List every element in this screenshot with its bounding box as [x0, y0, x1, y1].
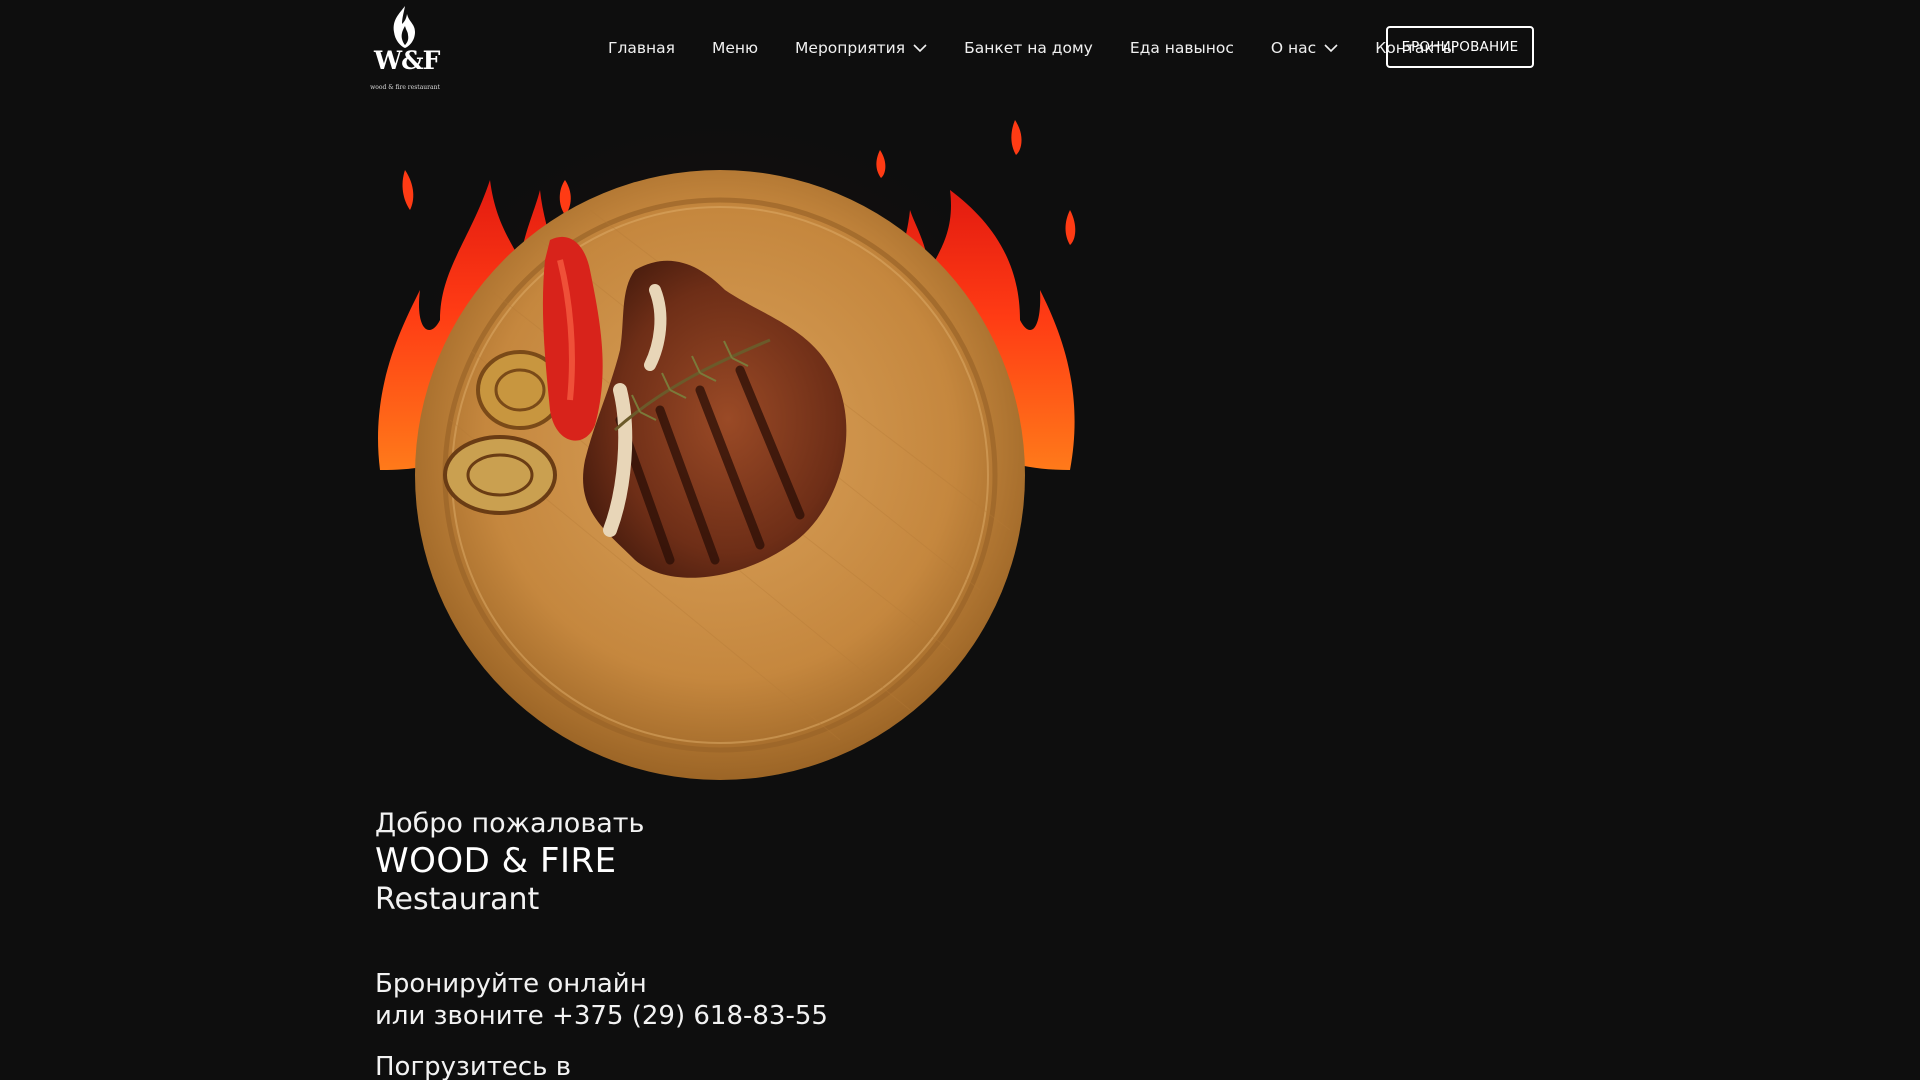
booking-block: Бронируйте онлайн или звоните +375 (29) … [375, 968, 828, 1032]
immerse-heading: Погрузитесь в [375, 1052, 572, 1080]
site-logo[interactable]: W&F wood & fire restaurant [370, 4, 440, 94]
nav-item-home[interactable]: Главная [608, 39, 675, 57]
nav-label: О нас [1270, 39, 1317, 57]
booking-line: Бронируйте онлайн [375, 969, 647, 999]
phone-number[interactable]: +375 (29) 618-83-55 [552, 1001, 828, 1031]
page: W&F wood & fire restaurant Главная Меню … [0, 0, 1920, 1080]
chevron-down-icon [1324, 44, 1338, 53]
restaurant-subtitle: Restaurant [375, 882, 540, 917]
grilled-onion [443, 435, 557, 515]
logo-mark: W&F [374, 46, 440, 75]
nav-label: Мероприятия [795, 39, 906, 57]
nav-item-about[interactable]: О нас [1271, 39, 1338, 57]
booking-button[interactable]: БРОНИРОВАНИЕ [1386, 26, 1534, 68]
main-nav: Главная Меню Мероприятия Банкет на дому … [608, 26, 1492, 70]
nav-item-events[interactable]: Мероприятия [795, 39, 927, 57]
nav-label: Банкет на дому [964, 39, 1093, 57]
booking-phone-line: или звоните +375 (29) 618-83-55 [375, 1000, 828, 1032]
nav-item-home-banquet[interactable]: Банкет на дому [964, 39, 1093, 57]
restaurant-name: WOOD & FIRE [375, 841, 617, 881]
booking-call-text: или звоните [375, 1001, 553, 1031]
nav-label: Главная [608, 39, 675, 57]
hero-steak-image [370, 90, 1080, 780]
welcome-line: Добро пожаловать [375, 808, 645, 839]
nav-item-takeaway[interactable]: Еда навынос [1130, 39, 1234, 57]
welcome-block: Добро пожаловать WOOD & FIRE Restaurant [375, 806, 644, 920]
nav-label: Меню [711, 39, 759, 57]
nav-item-menu[interactable]: Меню [712, 39, 758, 57]
nav-label: Еда навынос [1129, 39, 1234, 57]
chevron-down-icon [913, 44, 927, 53]
